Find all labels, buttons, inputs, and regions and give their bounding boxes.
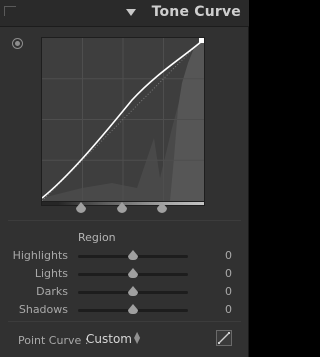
section-divider-2: [8, 321, 241, 322]
tone-curve-panel: Tone Curve Region Highlights 0 Lights 0 …: [0, 0, 249, 357]
lights-value[interactable]: 0: [212, 267, 232, 280]
curve-svg[interactable]: [42, 38, 204, 201]
split-handle-highlights[interactable]: [157, 202, 167, 213]
edit-curve-glyph: [218, 332, 230, 344]
region-label: Region: [78, 231, 116, 244]
point-curve-select[interactable]: Custom: [86, 332, 132, 346]
collapse-triangle-icon[interactable]: [126, 9, 136, 16]
point-curve-edit-icon[interactable]: [216, 330, 232, 346]
shadows-value[interactable]: 0: [212, 303, 232, 316]
darks-value[interactable]: 0: [212, 285, 232, 298]
section-divider: [8, 220, 241, 221]
shadows-slider-thumb[interactable]: [128, 304, 138, 314]
target-adjust-icon[interactable]: [12, 38, 23, 49]
lights-label: Lights: [34, 267, 68, 280]
highlights-label: Highlights: [12, 249, 68, 262]
lights-slider-thumb[interactable]: [128, 268, 138, 278]
shadows-label: Shadows: [18, 303, 68, 316]
header-corner-mark: [4, 6, 16, 16]
split-handle-shadows[interactable]: [76, 202, 86, 213]
curve-control-point[interactable]: [199, 38, 204, 43]
darks-label: Darks: [36, 285, 68, 298]
split-handle-midtones[interactable]: [117, 202, 127, 213]
panel-title: Tone Curve: [151, 4, 241, 20]
curve-graph[interactable]: [41, 37, 205, 202]
point-curve-label: Point Curve :: [18, 334, 89, 347]
select-arrows-icon[interactable]: ▲ ▼: [134, 331, 140, 345]
highlights-value[interactable]: 0: [212, 249, 232, 262]
highlights-slider-thumb[interactable]: [128, 250, 138, 260]
panel-header[interactable]: Tone Curve: [0, 0, 249, 27]
darks-slider-thumb[interactable]: [128, 286, 138, 296]
